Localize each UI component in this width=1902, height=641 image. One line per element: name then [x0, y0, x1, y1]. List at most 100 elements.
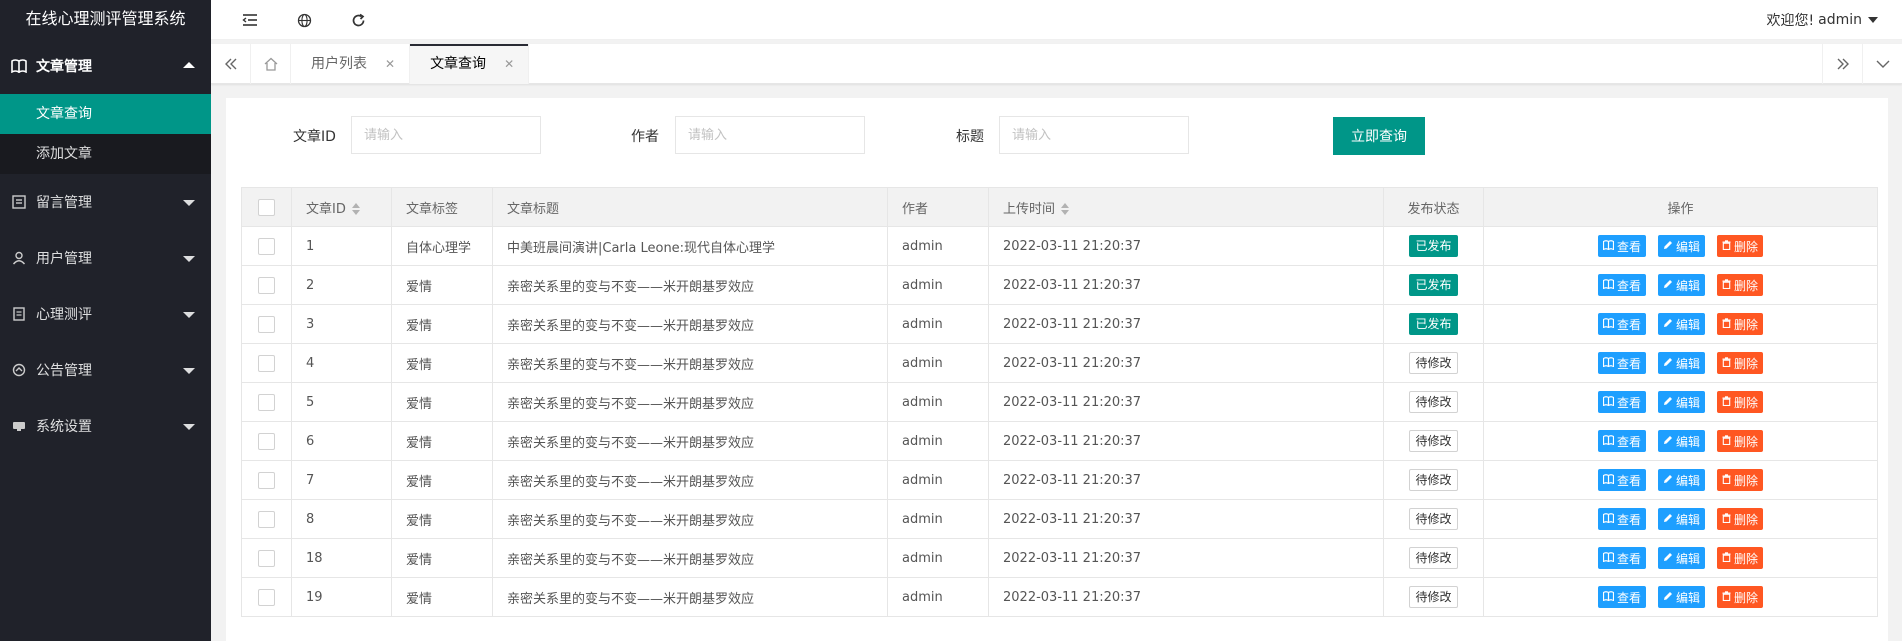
menu-article-management[interactable]: 文章管理: [0, 38, 211, 94]
row-checkbox[interactable]: [258, 276, 275, 294]
view-button[interactable]: 查看: [1597, 547, 1646, 569]
cell-id: 8: [291, 499, 392, 539]
delete-label: 删除: [1734, 590, 1759, 605]
row-checkbox[interactable]: [258, 588, 275, 606]
table-body: 1 自体心理学 中美班晨间演讲|Carla Leone:现代自体心理学 admin 20…: [241, 226, 1878, 617]
cell-actions: 查看 编辑 删除: [1483, 343, 1878, 383]
menu-message-management[interactable]: 留言管理: [0, 174, 211, 230]
search-form: 文章ID 作者 标题 立即查询: [226, 98, 1888, 178]
view-icon: [1602, 473, 1617, 487]
row-checkbox-cell: [241, 460, 292, 500]
title-input[interactable]: [999, 116, 1189, 154]
status-badge: 待修改: [1409, 586, 1458, 608]
menu-announcement-management[interactable]: 公告管理: [0, 342, 211, 398]
row-checkbox[interactable]: [258, 549, 275, 567]
close-icon[interactable]: ✕: [504, 44, 514, 84]
menu-user-management[interactable]: 用户管理: [0, 230, 211, 286]
view-button[interactable]: 查看: [1597, 430, 1646, 452]
delete-button[interactable]: 删除: [1717, 469, 1764, 491]
view-button[interactable]: 查看: [1597, 508, 1646, 530]
tab-scroll-left-icon[interactable]: [211, 44, 251, 84]
tab-dropdown-icon[interactable]: [1862, 44, 1902, 84]
edit-button[interactable]: 编辑: [1657, 391, 1705, 413]
table-header-row: 文章ID 文章标签 文章标题 作者 上传时间 发布状态 操作: [241, 187, 1878, 227]
user-menu[interactable]: 欢迎您! admin: [1767, 10, 1878, 30]
table-row: 5 爱情 亲密关系里的变与不变——米开朗基罗效应 admin 2022-03-11 21…: [241, 382, 1878, 422]
delete-button[interactable]: 删除: [1717, 313, 1764, 335]
delete-button[interactable]: 删除: [1717, 547, 1764, 569]
view-button[interactable]: 查看: [1597, 274, 1646, 296]
tab-user-list[interactable]: 用户列表 ✕: [291, 44, 411, 84]
article-id-label: 文章ID: [293, 129, 336, 145]
row-checkbox[interactable]: [258, 471, 275, 489]
view-button[interactable]: 查看: [1597, 469, 1646, 491]
articles-table: 文章ID 文章标签 文章标题 作者 上传时间 发布状态 操作 1 自体心理学 中美班…: [241, 187, 1878, 617]
edit-button[interactable]: 编辑: [1657, 586, 1705, 608]
tab-label: 用户列表: [311, 56, 367, 72]
cell-title: 亲密关系里的变与不变——米开朗基罗效应: [492, 499, 888, 539]
menu-collapse-icon[interactable]: [239, 9, 261, 31]
edit-label: 编辑: [1675, 356, 1700, 371]
sort-icon[interactable]: [351, 203, 360, 215]
cell-author: admin: [887, 421, 989, 461]
delete-button[interactable]: 删除: [1717, 235, 1764, 257]
row-checkbox[interactable]: [258, 237, 275, 255]
sidebar-item-add-article[interactable]: 添加文章: [0, 134, 211, 174]
column-header-id[interactable]: 文章ID: [291, 187, 392, 227]
refresh-icon[interactable]: [347, 9, 369, 31]
delete-button[interactable]: 删除: [1717, 508, 1764, 530]
edit-label: 编辑: [1675, 395, 1700, 410]
edit-button[interactable]: 编辑: [1657, 274, 1705, 296]
row-checkbox[interactable]: [258, 393, 275, 411]
cell-upload-time: 2022-03-11 21:20:37: [988, 577, 1384, 617]
sort-icon[interactable]: [1061, 203, 1070, 215]
article-id-input[interactable]: [351, 116, 541, 154]
row-checkbox[interactable]: [258, 432, 275, 450]
edit-button[interactable]: 编辑: [1657, 313, 1705, 335]
row-checkbox[interactable]: [258, 510, 275, 528]
delete-button[interactable]: 删除: [1717, 352, 1764, 374]
sidebar-item-article-query[interactable]: 文章查询: [0, 94, 211, 134]
view-button[interactable]: 查看: [1597, 313, 1646, 335]
edit-button[interactable]: 编辑: [1657, 235, 1705, 257]
row-checkbox[interactable]: [258, 354, 275, 372]
delete-button[interactable]: 删除: [1717, 274, 1764, 296]
globe-icon[interactable]: [293, 9, 315, 31]
edit-button[interactable]: 编辑: [1657, 508, 1705, 530]
menu-psych-assessment[interactable]: 心理测评: [0, 286, 211, 342]
row-checkbox[interactable]: [258, 315, 275, 333]
select-all-checkbox[interactable]: [258, 198, 275, 216]
edit-label: 编辑: [1675, 278, 1700, 293]
menu-system-settings[interactable]: 系统设置: [0, 398, 211, 454]
view-button[interactable]: 查看: [1597, 352, 1646, 374]
row-checkbox-cell: [241, 538, 292, 578]
search-button[interactable]: 立即查询: [1333, 117, 1425, 155]
cell-status: 待修改: [1383, 421, 1484, 461]
delete-button[interactable]: 删除: [1717, 391, 1764, 413]
view-button[interactable]: 查看: [1597, 235, 1646, 257]
edit-button[interactable]: 编辑: [1657, 430, 1705, 452]
edit-button[interactable]: 编辑: [1657, 547, 1705, 569]
edit-button[interactable]: 编辑: [1657, 469, 1705, 491]
cell-tag: 爱情: [391, 421, 493, 461]
submenu-articles: 文章查询 添加文章: [0, 94, 211, 174]
view-button[interactable]: 查看: [1597, 391, 1646, 413]
row-checkbox-cell: [241, 265, 292, 305]
close-icon[interactable]: ✕: [385, 44, 395, 84]
edit-label: 编辑: [1675, 317, 1700, 332]
table-row: 8 爱情 亲密关系里的变与不变——米开朗基罗效应 admin 2022-03-11 21…: [241, 499, 1878, 539]
tab-scroll-right-icon[interactable]: [1822, 44, 1862, 84]
view-label: 查看: [1616, 434, 1641, 449]
home-icon[interactable]: [251, 44, 291, 84]
edit-label: 编辑: [1675, 434, 1700, 449]
column-header-upload-time[interactable]: 上传时间: [988, 187, 1384, 227]
delete-button[interactable]: 删除: [1717, 586, 1764, 608]
cell-actions: 查看 编辑 删除: [1483, 382, 1878, 422]
author-input[interactable]: [675, 116, 865, 154]
cell-upload-time: 2022-03-11 21:20:37: [988, 304, 1384, 344]
delete-button[interactable]: 删除: [1717, 430, 1764, 452]
view-button[interactable]: 查看: [1597, 586, 1646, 608]
edit-button[interactable]: 编辑: [1657, 352, 1705, 374]
tab-article-query[interactable]: 文章查询 ✕: [410, 44, 530, 84]
cell-title: 亲密关系里的变与不变——米开朗基罗效应: [492, 577, 888, 617]
